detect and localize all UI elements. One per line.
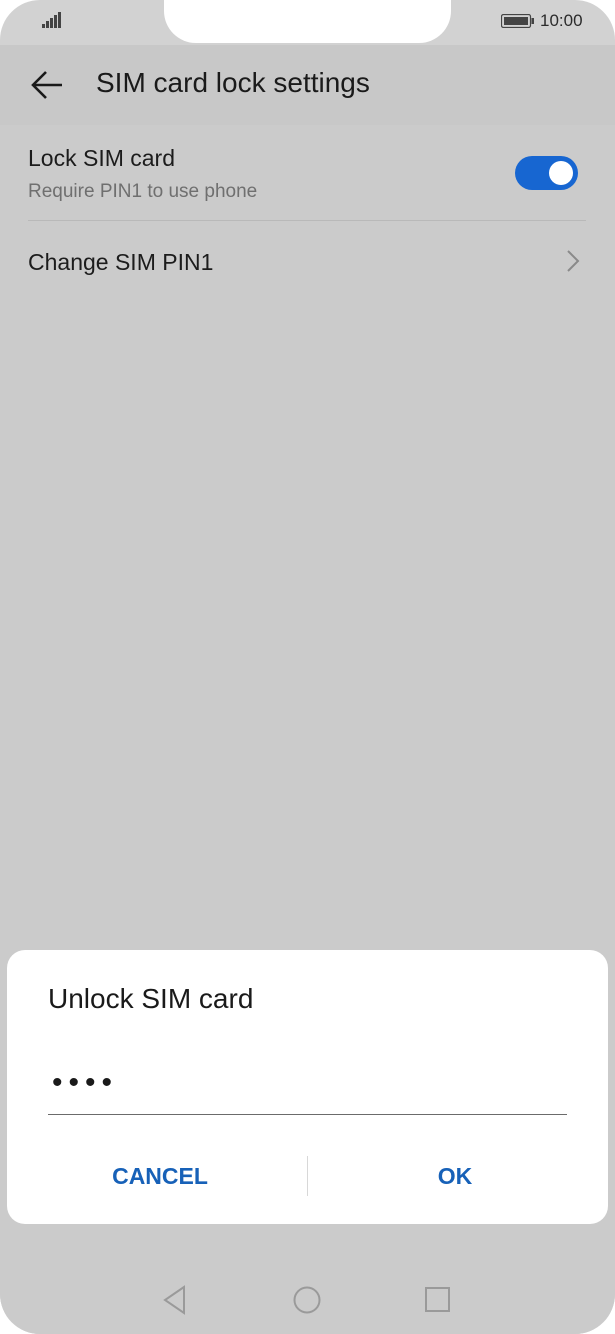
- page-title: SIM card lock settings: [96, 67, 370, 98]
- change-pin-label: Change SIM PIN1: [28, 249, 214, 275]
- status-bar: 10:00: [0, 0, 615, 45]
- arrow-left-icon[interactable]: [28, 67, 68, 103]
- ok-button[interactable]: OK: [355, 1156, 555, 1196]
- pin-input-value: ••••: [52, 1066, 119, 1099]
- button-separator: [307, 1156, 308, 1196]
- lock-sim-subtitle: Require PIN1 to use phone: [28, 181, 258, 202]
- circle-home-icon[interactable]: [292, 1285, 322, 1315]
- display-notch: [164, 0, 451, 43]
- toggle-knob: [549, 161, 573, 185]
- phone-screen: 10:00 SIM card lock settings Lock SIM ca…: [0, 0, 615, 1334]
- change-pin-row[interactable]: Change SIM PIN1: [0, 221, 615, 301]
- square-recents-icon[interactable]: [424, 1286, 452, 1314]
- unlock-sim-dialog: Unlock SIM card •••• CANCEL OK: [7, 950, 608, 1224]
- dialog-title: Unlock SIM card: [48, 983, 254, 1014]
- status-time: 10:00: [540, 11, 583, 30]
- battery-icon: [501, 14, 534, 28]
- triangle-back-icon[interactable]: [160, 1284, 190, 1316]
- lock-sim-title: Lock SIM card: [28, 145, 175, 171]
- navigation-bar: [0, 1264, 615, 1334]
- lock-sim-toggle[interactable]: [515, 156, 578, 190]
- cancel-button[interactable]: CANCEL: [60, 1156, 260, 1196]
- pin-input[interactable]: ••••: [48, 1060, 567, 1115]
- signal-icon: [42, 12, 61, 28]
- chevron-right-icon: [567, 250, 580, 272]
- lock-sim-row[interactable]: Lock SIM card Require PIN1 to use phone: [0, 125, 615, 220]
- app-bar: SIM card lock settings: [0, 45, 615, 125]
